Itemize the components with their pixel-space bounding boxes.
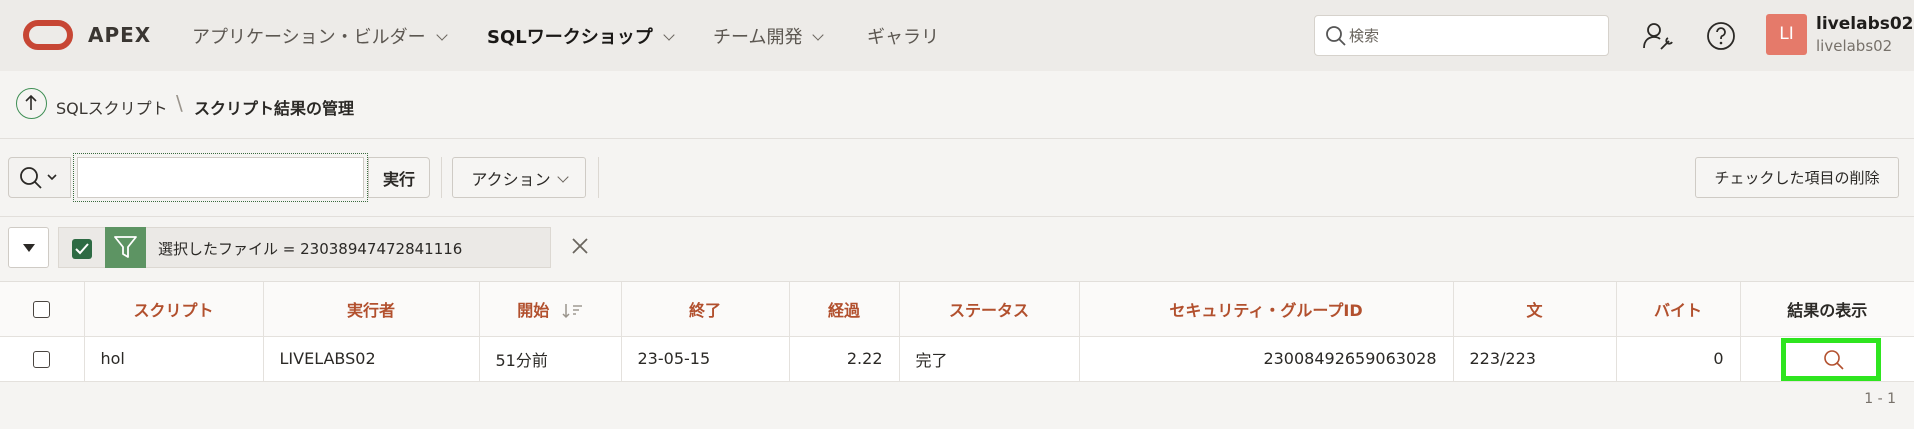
cell-end: 23-05-15 (621, 336, 790, 382)
cell-security-group-id: 23008492659063028 (1079, 336, 1454, 382)
report-toolbar: 実行 アクション チェックした項目の削除 (0, 139, 1914, 217)
global-search[interactable] (1314, 15, 1609, 56)
chevron-down-icon (435, 29, 448, 41)
search-icon (1326, 26, 1346, 46)
sort-descending-icon (562, 304, 582, 319)
col-header-view-results[interactable]: 結果の表示 (1740, 282, 1914, 337)
col-header-elapsed[interactable]: 経過 (789, 282, 900, 337)
col-header-end[interactable]: 終了 (621, 282, 790, 337)
collapse-filters-button[interactable] (8, 227, 49, 268)
row-checkbox[interactable] (33, 351, 51, 368)
breadcrumb-parent-link[interactable]: SQLスクリプト (56, 95, 168, 119)
chevron-down-icon (556, 170, 569, 183)
admin-tools-icon[interactable] (1641, 19, 1675, 53)
page-title: スクリプト結果の管理 (194, 99, 355, 118)
col-header-runner[interactable]: 実行者 (263, 282, 480, 337)
search-focus-ring (73, 153, 368, 202)
remove-filter-icon[interactable] (568, 234, 592, 258)
results-table: スクリプト 実行者 開始 終了 経過 ステータス セキュリティ・グループID 文… (0, 282, 1914, 382)
triangle-down-icon (23, 244, 35, 252)
actions-label: アクション (471, 169, 551, 189)
col-header-security-group[interactable]: セキュリティ・グループID (1079, 282, 1454, 337)
col-header-statements[interactable]: 文 (1453, 282, 1617, 337)
toolbar-divider (441, 157, 442, 198)
go-button[interactable]: 実行 (368, 157, 430, 198)
filter-funnel-icon[interactable] (105, 227, 146, 268)
select-all-header (0, 282, 85, 337)
check-icon (75, 243, 89, 255)
chevron-down-icon (812, 29, 825, 41)
nav-team-dev[interactable]: チーム開発 (713, 23, 825, 49)
report-search-input[interactable] (77, 157, 364, 198)
col-header-start[interactable]: 開始 (479, 282, 622, 337)
search-column-selector[interactable] (8, 157, 71, 198)
delete-checked-button[interactable]: チェックした項目の削除 (1695, 157, 1899, 198)
chevron-down-icon (663, 29, 675, 41)
nav-label: アプリケーション・ビルダー (192, 27, 426, 48)
cell-runner: LIVELABS02 (263, 336, 480, 382)
col-header-script[interactable]: スクリプト (84, 282, 264, 337)
table-header-row: スクリプト 実行者 開始 終了 経過 ステータス セキュリティ・グループID 文… (0, 282, 1914, 337)
cell-bytes: 0 (1616, 336, 1741, 382)
nav-label: チーム開発 (713, 27, 803, 48)
select-all-checkbox[interactable] (33, 301, 51, 319)
cell-status: 完了 (899, 336, 1080, 382)
cell-start: 51分前 (479, 336, 622, 382)
nav-sql-workshop[interactable]: SQLワークショップ (487, 23, 675, 49)
nav-label: ギャラリ (867, 27, 939, 48)
actions-menu-button[interactable]: アクション (452, 157, 586, 198)
user-workspace: livelabs02 (1816, 37, 1893, 55)
nav-app-builder[interactable]: アプリケーション・ビルダー (192, 23, 448, 49)
help-icon[interactable] (1704, 19, 1738, 53)
filter-bar: 選択したファイル = 23038947472841116 (0, 217, 1914, 282)
view-results-cell (1740, 336, 1914, 382)
view-results-magnifier-icon[interactable] (1821, 347, 1847, 373)
col-header-status[interactable]: ステータス (899, 282, 1080, 337)
filter-chip: 選択したファイル = 23038947472841116 (58, 227, 551, 268)
avatar[interactable]: LI (1766, 14, 1807, 55)
cell-elapsed: 2.22 (789, 336, 900, 382)
script-link[interactable]: hol (84, 336, 264, 382)
top-header: APEX アプリケーション・ビルダー SQLワークショップ チーム開発 ギャラリ… (0, 0, 1914, 71)
filter-enable-checkbox[interactable] (72, 239, 92, 259)
col-header-label: 開始 (517, 300, 550, 320)
filter-description[interactable]: 選択したファイル = 23038947472841116 (158, 238, 462, 259)
table-row: hol LIVELABS02 51分前 23-05-15 2.22 完了 230… (0, 336, 1914, 382)
breadcrumb-separator: \ (176, 91, 183, 115)
user-name[interactable]: livelabs02 (1816, 14, 1914, 34)
col-header-bytes[interactable]: バイト (1616, 282, 1741, 337)
row-select-cell (0, 336, 85, 382)
toolbar-divider (598, 157, 599, 198)
search-icon (20, 167, 57, 189)
app-brand[interactable]: APEX (88, 23, 151, 47)
up-arrow-icon[interactable] (16, 88, 47, 119)
cell-statements: 223/223 (1453, 336, 1617, 382)
nav-gallery[interactable]: ギャラリ (867, 23, 939, 49)
breadcrumb: SQLスクリプト \ スクリプト結果の管理 (0, 71, 1914, 139)
oracle-logo-icon[interactable] (23, 20, 73, 50)
nav-label: SQLワークショップ (487, 27, 653, 48)
pagination-info: 1 - 1 (1864, 391, 1896, 407)
global-search-input[interactable] (1349, 24, 1599, 48)
